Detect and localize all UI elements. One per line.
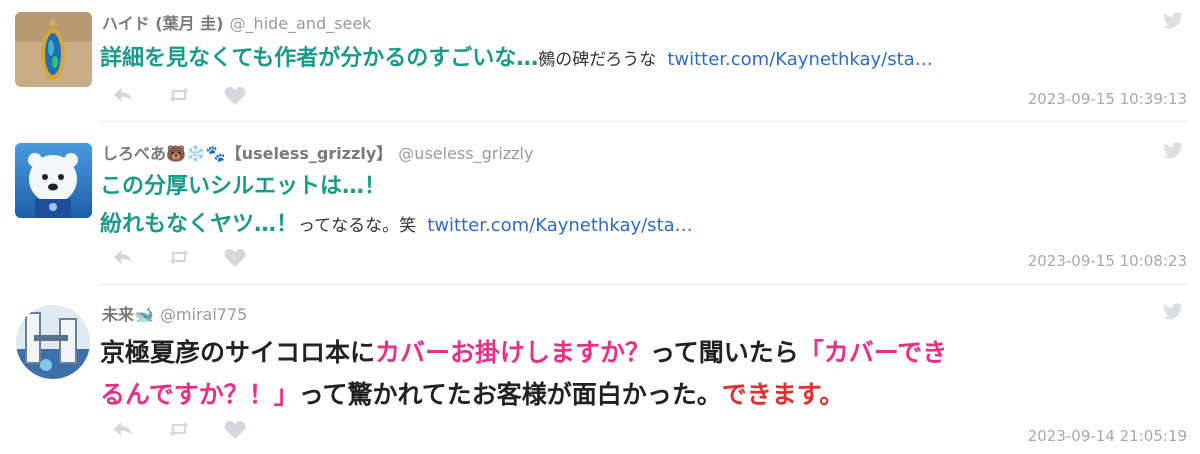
tweet-3: 未来🐋 @mirai775 京極夏彦のサイコロ本にカバーお掛けしますか？って聞いた… (0, 285, 1200, 454)
tweet-text: 詳細を見なくても作者が分かるのすごいな…鵺の碑だろうな twitter.com/… (100, 42, 933, 77)
tweet-actions (112, 248, 252, 270)
tweet-text: るんですか？！」って驚かれてたお客様が面白かった。できます。 (100, 375, 844, 415)
tweet-header: ハイド (葉月 圭) @_hide_and_seek (102, 10, 371, 34)
like-icon[interactable] (224, 420, 246, 444)
tweet-text-plain: って驚かれてたお客様が面白かった。 (298, 380, 722, 409)
tweet-link[interactable]: twitter.com/Kaynethkay/sta… (667, 49, 932, 70)
tweet-header: 未来🐋 @mirai775 (102, 301, 247, 325)
tweet-text-pink: カバーお掛けしますか？ (375, 338, 651, 367)
avatar[interactable] (15, 12, 92, 87)
tweet-text: この分厚いシルエットは…！ (100, 170, 386, 204)
tweet-text-plain: ってなるな。笑 (298, 216, 417, 236)
like-icon[interactable] (224, 248, 246, 272)
tweet-text-pink: 「カバーでき (798, 338, 948, 367)
retweet-icon[interactable] (168, 420, 190, 442)
tweet-text: 紛れもなくヤツ…！ってなるな。笑 twitter.com/Kaynethkay/… (100, 208, 693, 243)
author-name[interactable]: ハイド (葉月 圭) (102, 14, 223, 33)
tweet-text-plain: って聞いたら (650, 338, 799, 367)
tweet-text-plain: 鵺の碑だろうな (538, 50, 657, 70)
timestamp[interactable]: 2023-09-15 10:08:23 (1028, 252, 1187, 270)
tweet-actions (112, 420, 252, 442)
tweet-text-plain: 京極夏彦のサイコロ本に (100, 338, 376, 367)
tweet-text-highlight: この分厚いシルエットは…！ (100, 174, 387, 199)
twitter-bird-icon[interactable] (1162, 12, 1184, 30)
retweet-icon[interactable] (168, 248, 190, 270)
tweet-header: しろべあ🐻❄️🐾【useless_grizzly】 @useless_grizzl… (102, 140, 533, 164)
tweet-text-pink: るんですか？！」 (100, 380, 299, 409)
avatar[interactable] (15, 143, 92, 218)
tweet-actions (112, 86, 252, 108)
avatar[interactable] (16, 305, 90, 379)
like-icon[interactable] (224, 86, 246, 110)
author-name[interactable]: 未来🐋 (102, 305, 154, 324)
twitter-bird-icon[interactable] (1162, 303, 1184, 321)
tweet-text-highlight: 詳細を見なくても作者が分かるのすごいな… (100, 46, 539, 71)
author-handle[interactable]: @_hide_and_seek (229, 14, 371, 33)
reply-icon[interactable] (112, 248, 134, 270)
reply-icon[interactable] (112, 420, 134, 442)
tweet-link[interactable]: twitter.com/Kaynethkay/sta… (427, 215, 692, 236)
twitter-bird-icon[interactable] (1162, 142, 1184, 160)
reply-icon[interactable] (112, 86, 134, 108)
tweet-text-highlight: 紛れもなくヤツ…！ (100, 212, 299, 237)
tweet-text: 京極夏彦のサイコロ本にカバーお掛けしますか？って聞いたら「カバーでき (100, 333, 947, 373)
tweet-2: しろべあ🐻❄️🐾【useless_grizzly】 @useless_grizzl… (0, 122, 1200, 284)
timestamp[interactable]: 2023-09-15 10:39:13 (1028, 90, 1187, 108)
author-handle[interactable]: @useless_grizzly (398, 144, 533, 163)
author-name[interactable]: しろべあ🐻❄️🐾【useless_grizzly】 (102, 144, 392, 163)
author-handle[interactable]: @mirai775 (160, 305, 247, 324)
tweet-1: ハイド (葉月 圭) @_hide_and_seek 詳細を見なくても作者が分かる… (0, 0, 1200, 121)
retweet-icon[interactable] (168, 86, 190, 108)
tweet-text-red: できます。 (721, 380, 845, 409)
timestamp[interactable]: 2023-09-14 21:05:19 (1028, 427, 1187, 445)
